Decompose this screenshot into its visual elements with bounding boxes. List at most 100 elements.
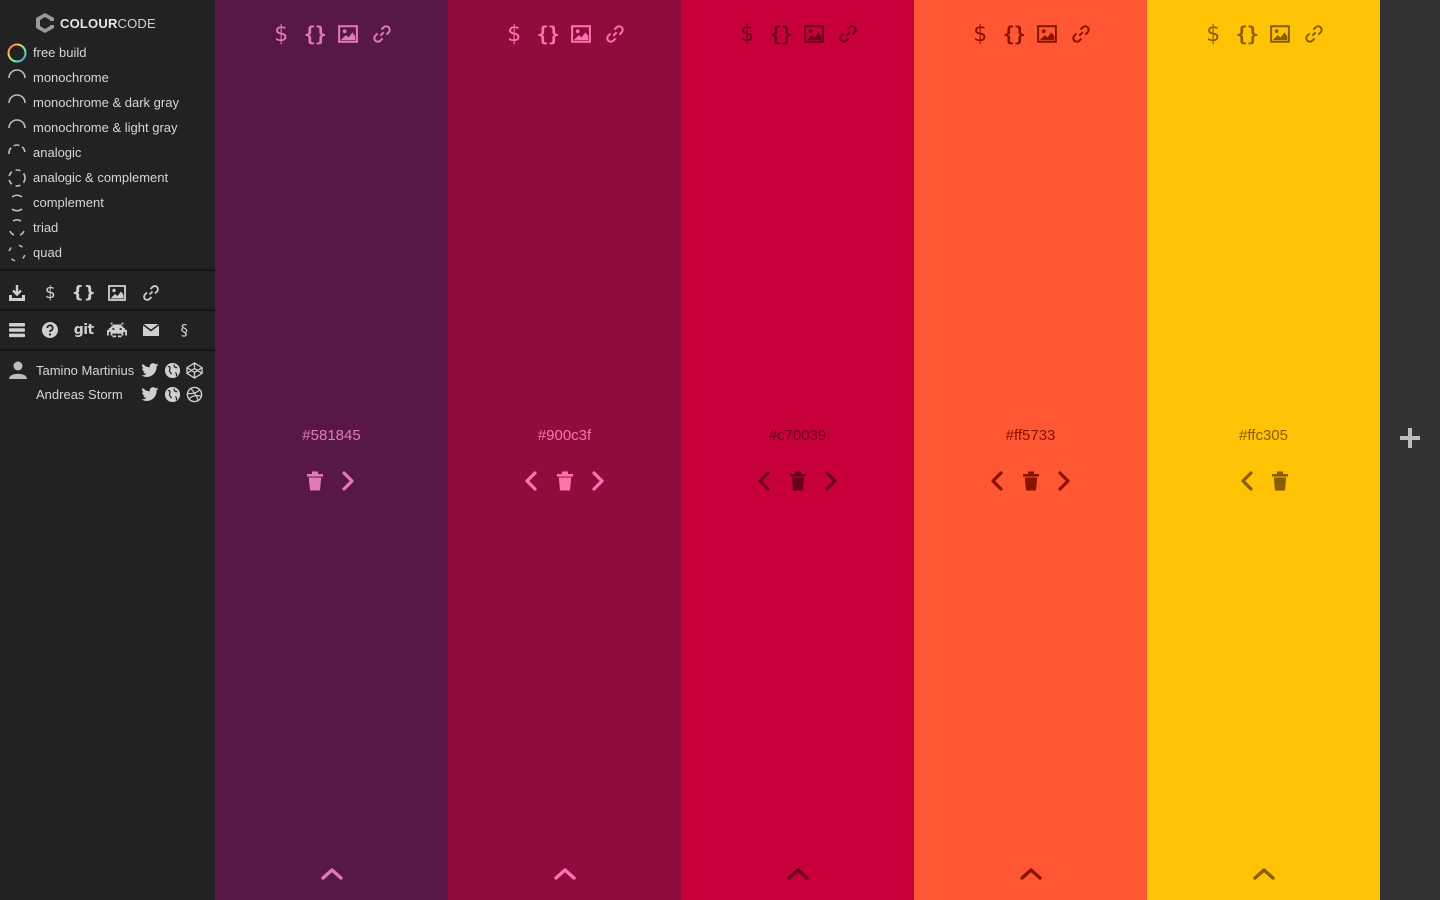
copy-css-button[interactable]: {}: [531, 20, 565, 48]
move-right-button[interactable]: [332, 467, 366, 495]
expand-color-button[interactable]: [315, 862, 349, 886]
move-left-button[interactable]: [514, 467, 548, 495]
delete-color-button[interactable]: [1264, 467, 1298, 495]
mode-quad[interactable]: quad: [0, 240, 215, 265]
move-right-button[interactable]: [1047, 467, 1081, 495]
brand-name-bold: COLOUR: [60, 15, 118, 31]
arc-three-icon: [6, 143, 28, 164]
mode-complement[interactable]: complement: [0, 190, 215, 215]
move-left-button[interactable]: [747, 467, 781, 495]
contact-mail-button[interactable]: [134, 318, 168, 342]
mode-label: complement: [33, 195, 104, 210]
mode-label: quad: [33, 245, 62, 260]
trash-icon: [1272, 471, 1289, 491]
export-image-button[interactable]: [101, 281, 135, 305]
legal-button[interactable]: §: [168, 318, 202, 342]
copy-sass-button[interactable]: $: [1197, 20, 1231, 48]
arc-two-icon: [11, 194, 23, 211]
color-link-button[interactable]: [1064, 20, 1098, 48]
color-hex[interactable]: #ffc305: [1147, 427, 1380, 444]
chevron-left-icon: [1241, 471, 1253, 491]
expand-color-button[interactable]: [1014, 862, 1048, 886]
move-right-button[interactable]: [814, 467, 848, 495]
export-sass-button[interactable]: $: [34, 281, 68, 305]
expand-color-button[interactable]: [781, 862, 815, 886]
dollar-icon: $: [973, 21, 988, 47]
image-icon: [1037, 25, 1058, 43]
color-column[interactable]: $ {} #900c3f: [448, 0, 681, 900]
color-column[interactable]: $ {} #ffc305: [1147, 0, 1380, 900]
color-link-button[interactable]: [598, 20, 632, 48]
arc-three-split-icon: [9, 218, 25, 236]
image-icon: [804, 25, 825, 43]
dribbble-link[interactable]: [184, 384, 204, 404]
report-bug-button[interactable]: [101, 318, 135, 342]
help-button[interactable]: [34, 318, 68, 342]
github-button[interactable]: git: [67, 318, 101, 342]
copy-css-button[interactable]: {}: [764, 20, 798, 48]
delete-color-button[interactable]: [548, 467, 582, 495]
copy-css-button[interactable]: {}: [997, 20, 1031, 48]
share-link-button[interactable]: [134, 281, 168, 305]
color-hex[interactable]: #581845: [215, 427, 448, 444]
export-css-button[interactable]: {}: [67, 281, 101, 305]
codepen-link[interactable]: [184, 360, 204, 380]
expand-color-button[interactable]: [1247, 862, 1281, 886]
color-hex[interactable]: #c70039: [681, 427, 914, 444]
move-left-button[interactable]: [980, 467, 1014, 495]
column-footer: [215, 862, 448, 886]
copy-css-button[interactable]: {}: [1230, 20, 1264, 48]
link-icon: [1072, 25, 1090, 43]
column-export-toolbar: $ {}: [448, 20, 681, 48]
mode-list: free build monochrome monochrome & dark …: [0, 40, 215, 265]
color-image-button[interactable]: [1264, 20, 1298, 48]
mode-analogic-complement[interactable]: analogic & complement: [0, 165, 215, 190]
color-link-button[interactable]: [1297, 20, 1331, 48]
twitter-icon: [141, 386, 159, 401]
color-image-button[interactable]: [565, 20, 599, 48]
mode-triad[interactable]: triad: [0, 215, 215, 240]
color-column[interactable]: $ {} #581845: [215, 0, 448, 900]
download-button[interactable]: [0, 281, 34, 305]
copy-sass-button[interactable]: $: [498, 20, 532, 48]
color-column[interactable]: $ {} #ff5733: [914, 0, 1147, 900]
twitter-link[interactable]: [140, 384, 160, 404]
column-footer: [681, 862, 914, 886]
twitter-link[interactable]: [140, 360, 160, 380]
color-hex[interactable]: #ff5733: [914, 427, 1147, 444]
copy-sass-button[interactable]: $: [731, 20, 765, 48]
copy-sass-button[interactable]: $: [964, 20, 998, 48]
mode-free-build[interactable]: free build: [0, 40, 215, 65]
move-left-button[interactable]: [1230, 467, 1264, 495]
color-image-button[interactable]: [798, 20, 832, 48]
mode-analogic[interactable]: analogic: [0, 140, 215, 165]
copy-css-button[interactable]: {}: [298, 20, 332, 48]
mode-monochrome[interactable]: monochrome: [0, 65, 215, 90]
move-right-button[interactable]: [581, 467, 615, 495]
dollar-icon: $: [274, 21, 289, 47]
arc-one-icon: [8, 68, 26, 78]
color-hex[interactable]: #900c3f: [448, 427, 681, 444]
delete-color-button[interactable]: [1014, 467, 1048, 495]
color-column[interactable]: $ {} #c70039: [681, 0, 914, 900]
delete-color-button[interactable]: [781, 467, 815, 495]
credit-row: Andreas Storm: [0, 382, 215, 406]
website-link[interactable]: [162, 360, 182, 380]
copy-sass-button[interactable]: $: [265, 20, 299, 48]
add-color-button[interactable]: [1396, 424, 1424, 452]
mode-label: monochrome: [33, 70, 109, 85]
expand-color-button[interactable]: [548, 862, 582, 886]
color-image-button[interactable]: [332, 20, 366, 48]
color-link-button[interactable]: [831, 20, 865, 48]
logo[interactable]: COLOURCODE: [34, 11, 156, 35]
globe-icon: [164, 362, 180, 378]
mode-monochrome-light-gray[interactable]: monochrome & light gray: [0, 115, 215, 140]
color-link-button[interactable]: [365, 20, 399, 48]
column-export-toolbar: $ {}: [215, 20, 448, 48]
menu-button[interactable]: [0, 318, 34, 342]
website-link[interactable]: [162, 384, 182, 404]
help-icon: [42, 322, 59, 338]
mode-monochrome-dark-gray[interactable]: monochrome & dark gray: [0, 90, 215, 115]
delete-color-button[interactable]: [298, 467, 332, 495]
color-image-button[interactable]: [1031, 20, 1065, 48]
